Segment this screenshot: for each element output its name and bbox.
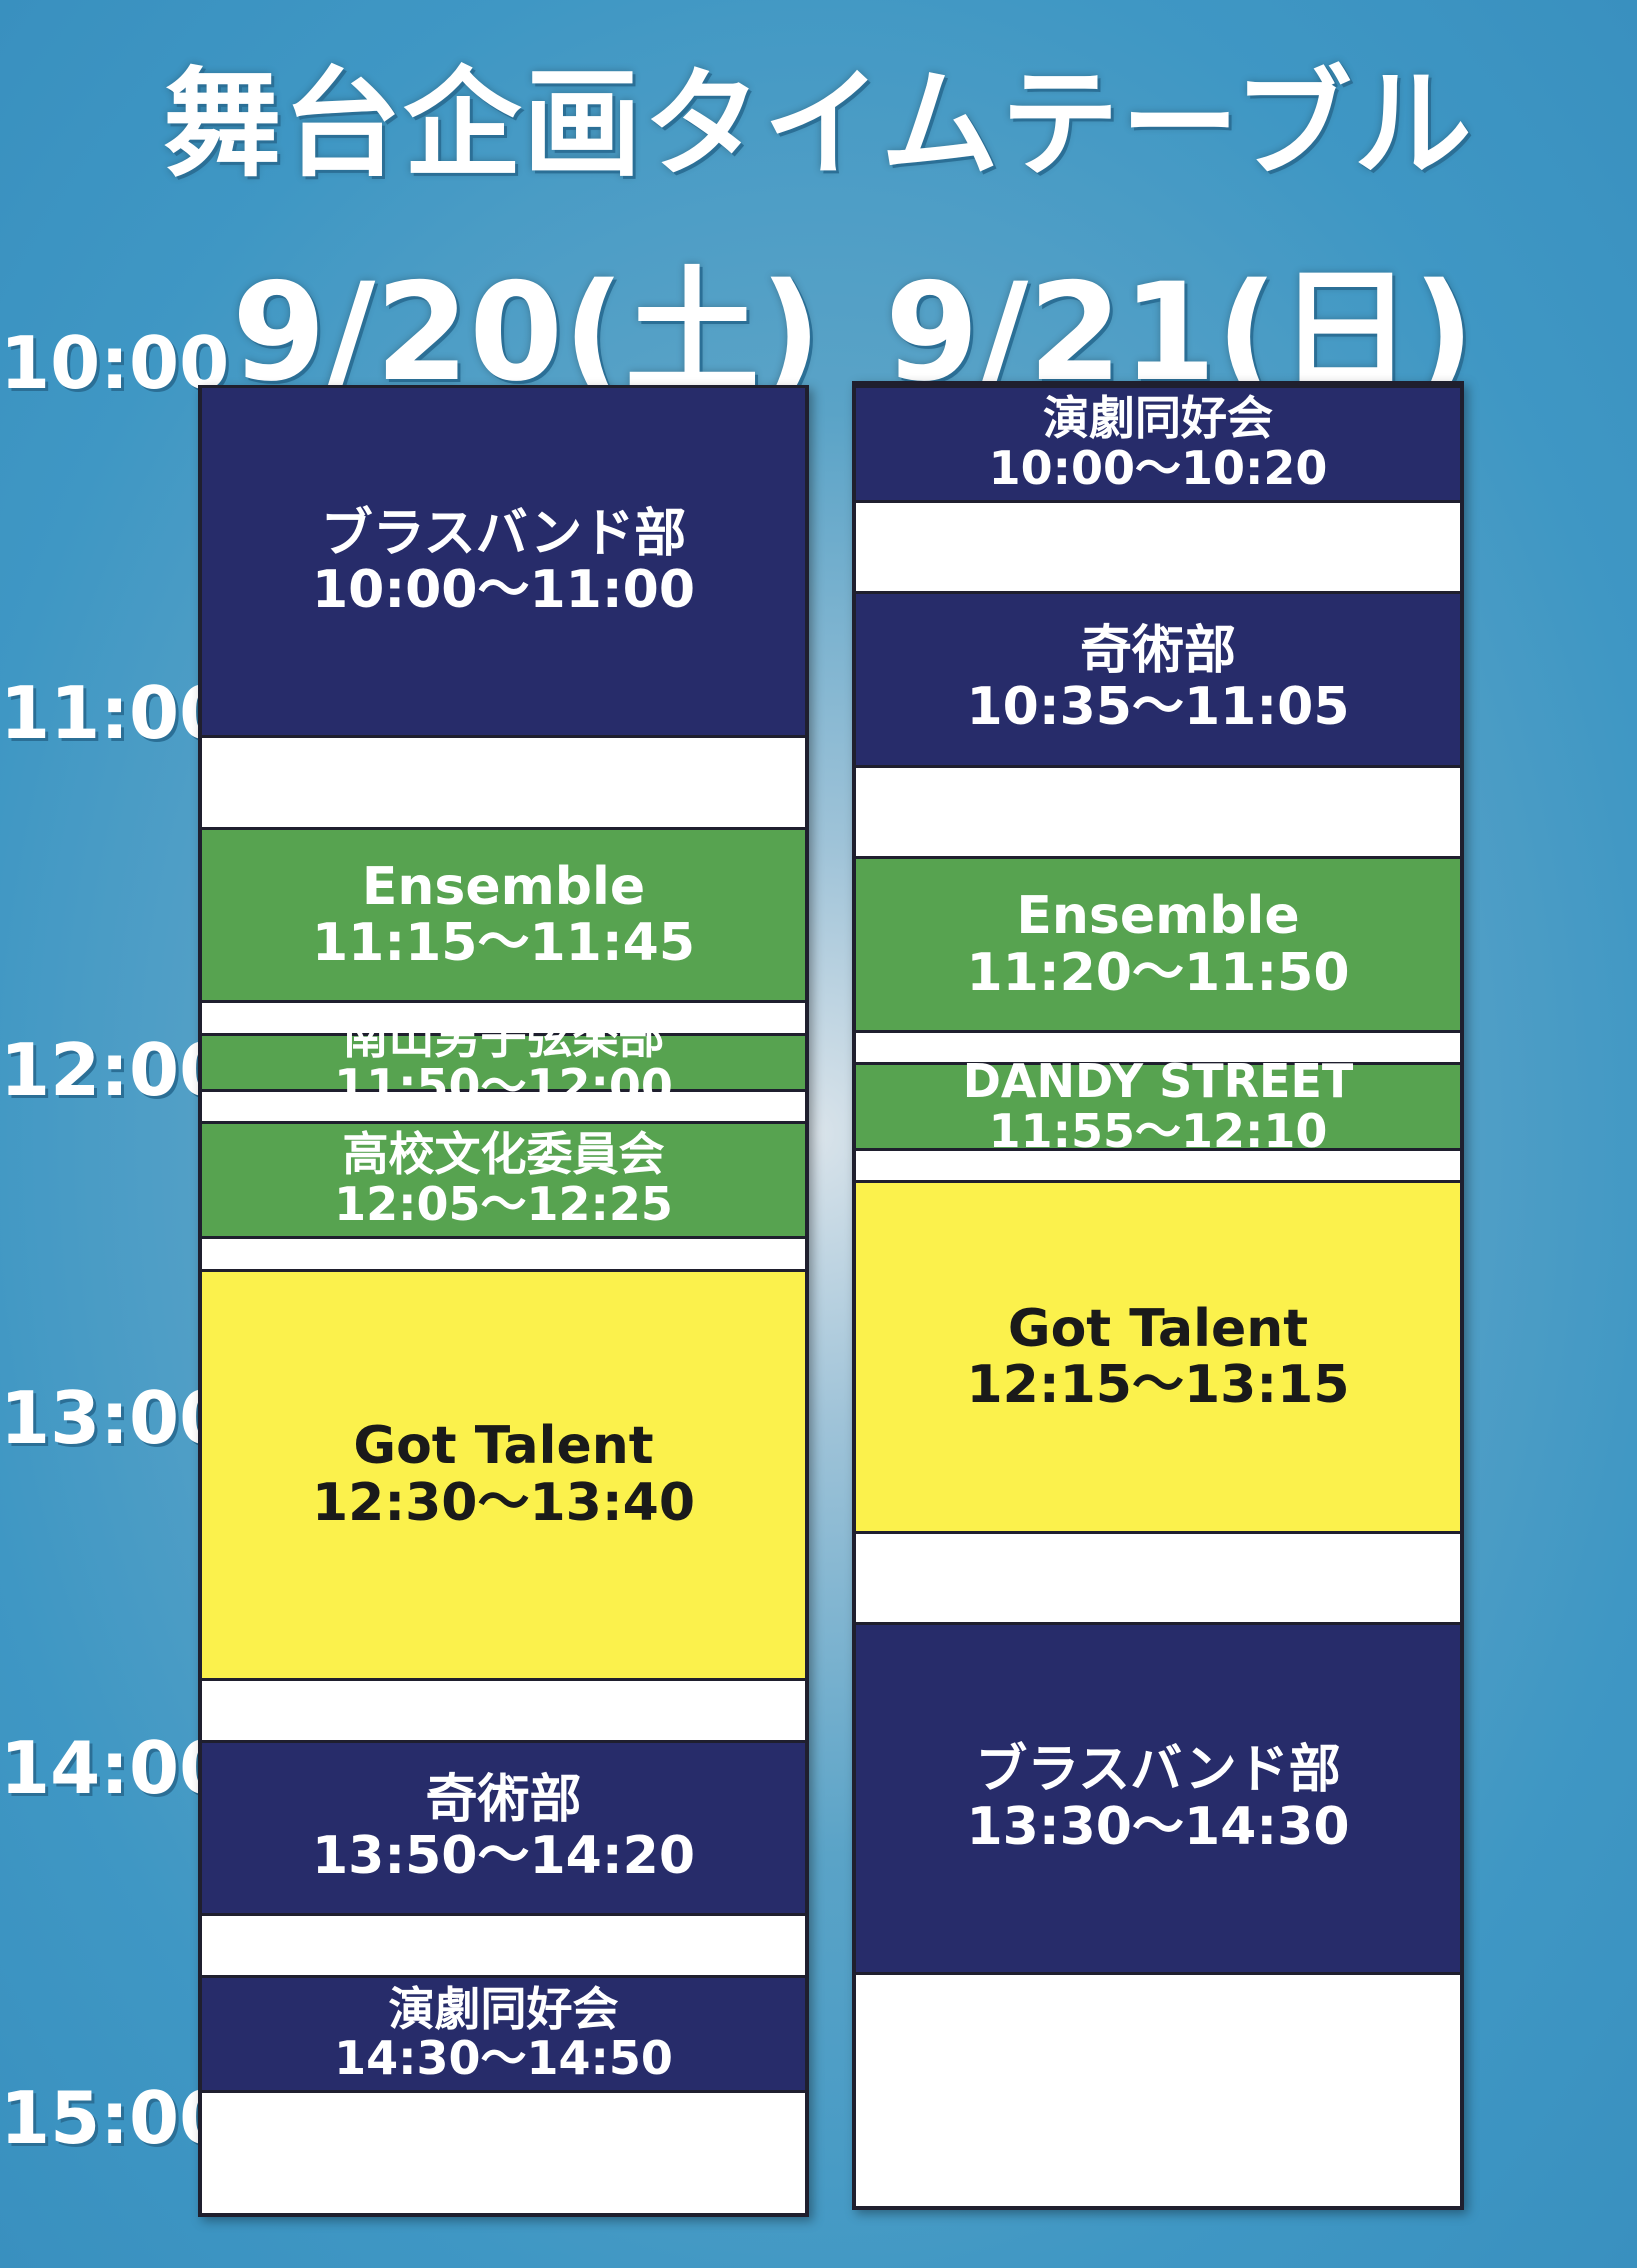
event-name: 高校文化委員会 <box>342 1127 665 1182</box>
hour-label-11: 11:00 <box>0 671 230 755</box>
hour-label-12: 12:00 <box>0 1028 230 1112</box>
event-time: 13:30〜14:30 <box>966 1796 1350 1857</box>
event-block: ブラスバンド部 13:30〜14:30 <box>856 1621 1460 1976</box>
hour-label-15: 15:00 <box>0 2076 230 2160</box>
event-block: 高校文化委員会 12:05〜12:25 <box>202 1121 805 1240</box>
event-time: 11:15〜11:45 <box>311 913 696 974</box>
event-block: Ensemble 11:20〜11:50 <box>856 856 1460 1033</box>
event-name: ブラスバンド部 <box>320 503 687 564</box>
event-block: 奇術部 10:35〜11:05 <box>856 591 1460 768</box>
event-name: Ensemble <box>1016 886 1300 947</box>
event-time: 11:20〜11:50 <box>966 942 1350 1003</box>
event-time: 10:35〜11:05 <box>966 677 1350 738</box>
page-title: 舞台企画タイムテーブル <box>163 55 1474 193</box>
event-name: Got Talent <box>1007 1298 1309 1359</box>
event-name: 演劇同好会 <box>1043 391 1273 446</box>
schedule-column-sat: ブラスバンド部 10:00〜11:00 Ensemble 11:15〜11:45 南山男… <box>198 385 809 2217</box>
event-name: 奇術部 <box>425 1769 582 1830</box>
event-time: 12:30〜13:40 <box>311 1472 696 1533</box>
hour-label-13: 13:00 <box>0 1376 230 1460</box>
schedule-column-sun: 演劇同好会 10:00〜10:20 奇術部 10:35〜11:05 Ensemble 11… <box>852 381 1464 2210</box>
event-name: ブラスバンド部 <box>975 1740 1341 1801</box>
event-block: 奇術部 13:50〜14:20 <box>202 1739 805 1917</box>
event-name: 演劇同好会 <box>388 1981 619 2036</box>
event-name: Got Talent <box>353 1416 654 1477</box>
event-name: DANDY STREET <box>962 1053 1354 1108</box>
event-time: 11:55〜12:10 <box>988 1103 1328 1158</box>
event-block: ブラスバンド部 10:00〜11:00 <box>202 385 805 739</box>
hour-label-10: 10:00 <box>0 321 230 405</box>
event-time: 10:00〜11:00 <box>311 559 696 620</box>
event-name: 南山男子弦楽部 <box>342 1009 665 1064</box>
event-block: 南山男子弦楽部 11:50〜12:00 <box>202 1012 805 1111</box>
event-time: 12:05〜12:25 <box>334 1177 673 1232</box>
event-time: 13:50〜14:20 <box>311 1826 696 1887</box>
event-block: Ensemble 11:15〜11:45 <box>202 826 805 1004</box>
event-block: Got Talent 12:15〜13:15 <box>856 1180 1460 1534</box>
event-block: Got Talent 12:30〜13:40 <box>202 1268 805 1681</box>
event-block: DANDY STREET 11:55〜12:10 <box>856 1056 1460 1155</box>
event-name: 奇術部 <box>1079 621 1236 682</box>
event-name: Ensemble <box>361 856 646 917</box>
hour-label-14: 14:00 <box>0 1726 230 1810</box>
event-time: 11:50〜12:00 <box>334 1059 673 1114</box>
event-time: 14:30〜14:50 <box>334 2031 673 2086</box>
event-time: 10:00〜10:20 <box>988 440 1328 495</box>
event-block: 演劇同好会 10:00〜10:20 <box>856 385 1460 503</box>
event-block: 演劇同好会 14:30〜14:50 <box>202 1975 805 2094</box>
event-time: 12:15〜13:15 <box>966 1354 1350 1415</box>
